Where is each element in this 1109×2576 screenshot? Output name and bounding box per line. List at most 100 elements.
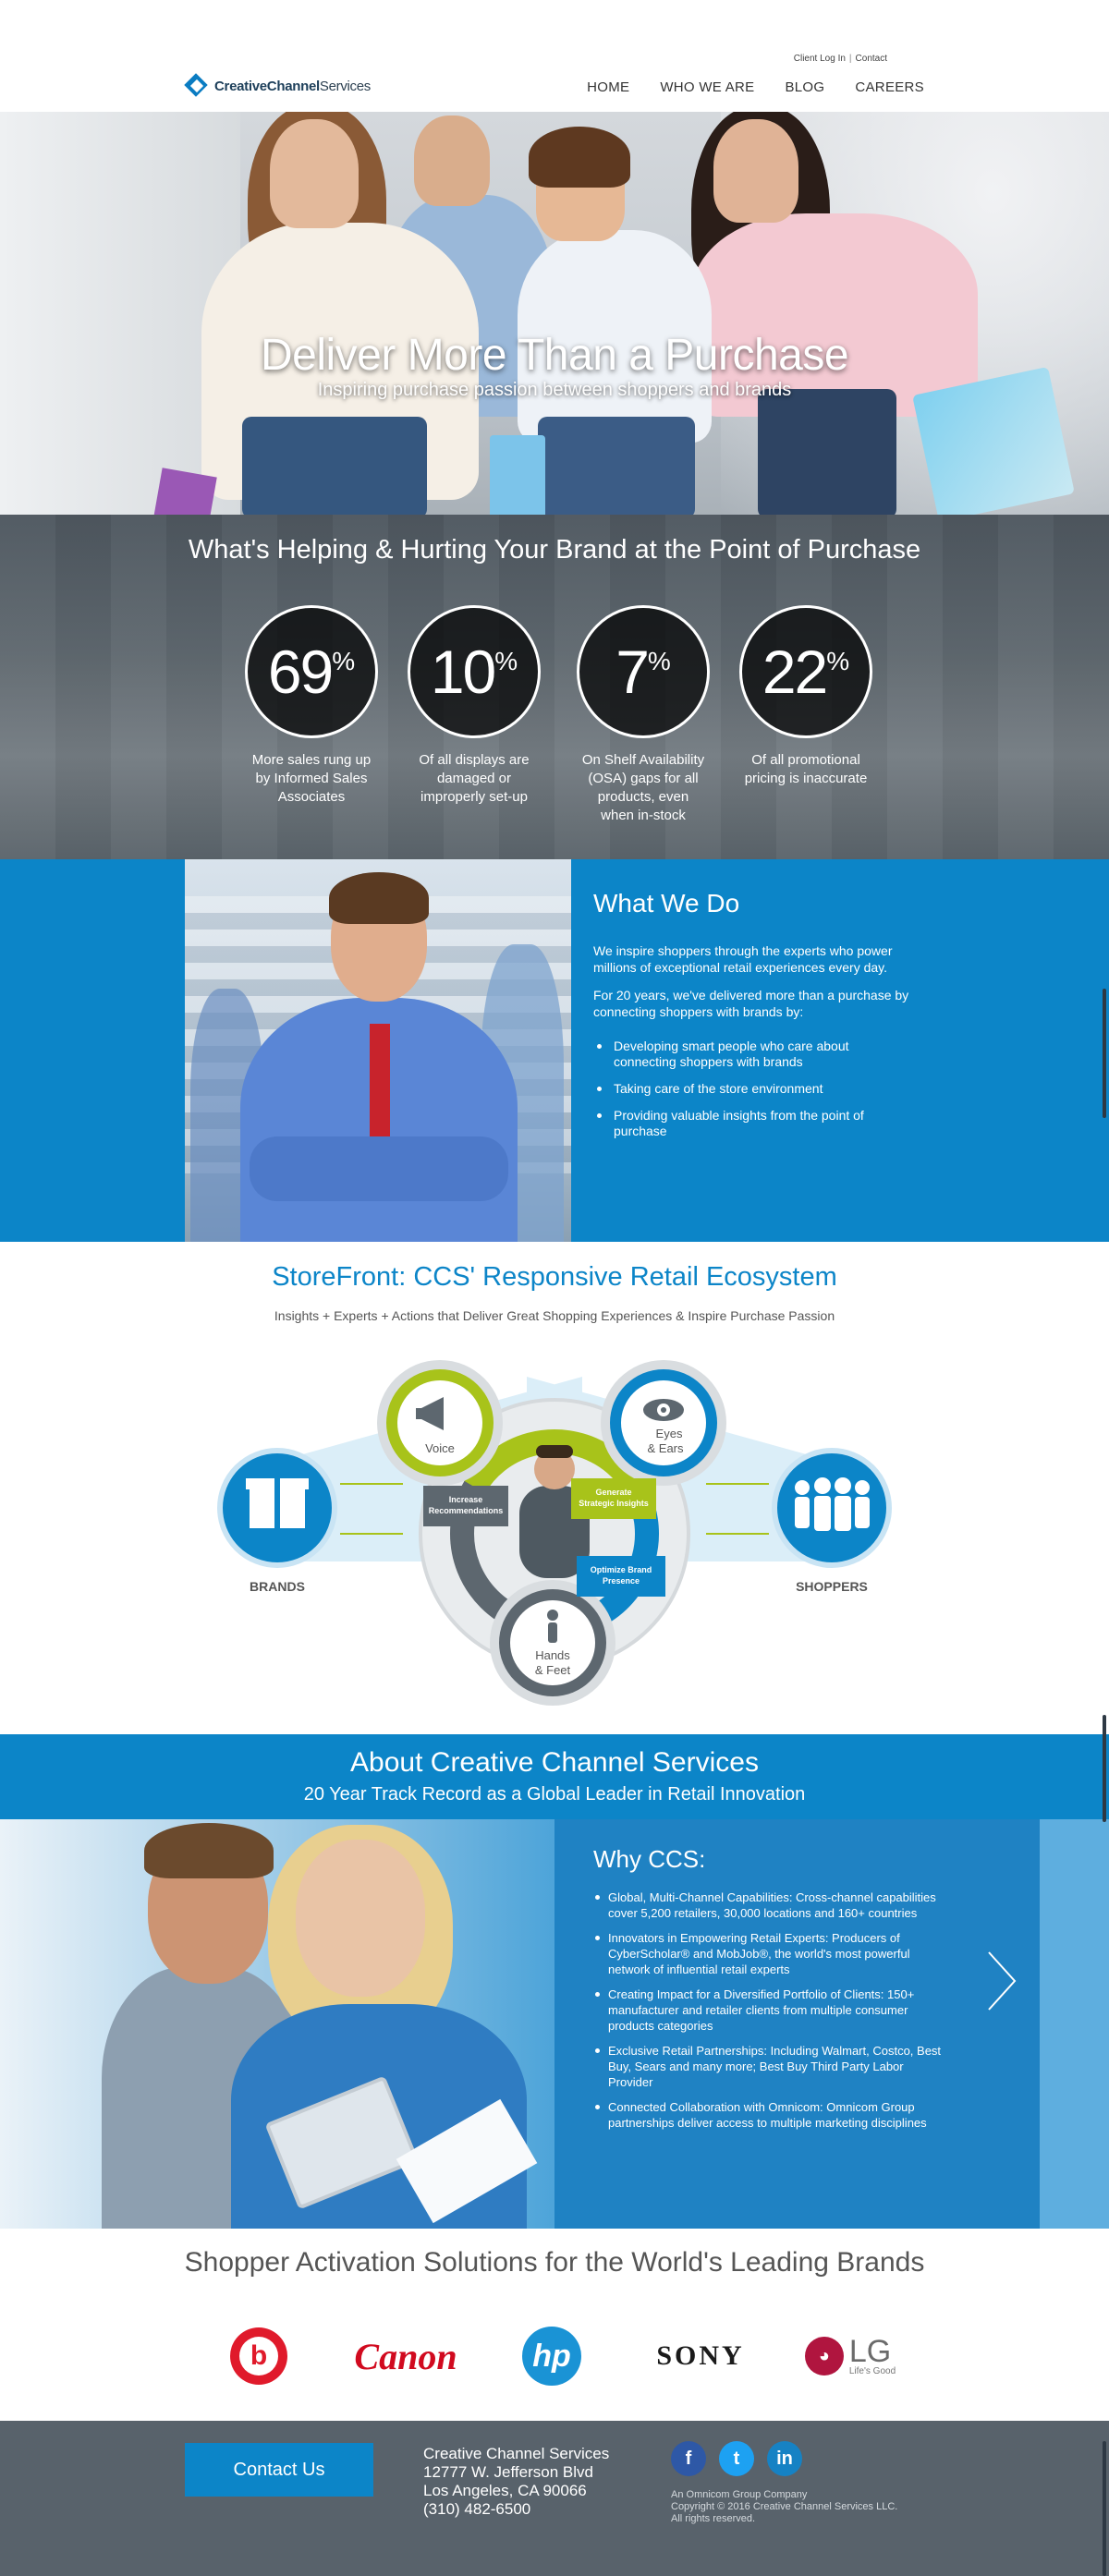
stat-label: Of all displays are damaged or improperl… (419, 752, 530, 805)
associate-arms (250, 1136, 508, 1201)
list-item: Creating Impact for a Diversified Portfo… (593, 1987, 944, 2034)
stat-value: 10 (430, 638, 496, 706)
linkedin-icon[interactable]: in (767, 2441, 802, 2476)
stat-label: On Shelf Availability (OSA) gaps for all… (581, 752, 705, 823)
client-login-link[interactable]: Client Log In (794, 54, 846, 64)
hero-subtitle: Inspiring purchase passion between shopp… (317, 380, 792, 400)
tag-generate-text-2: Strategic Insights (579, 1499, 649, 1508)
what-we-do-list: Developing smart people who care about c… (593, 1039, 908, 1150)
list-item: Developing smart people who care about c… (593, 1039, 908, 1070)
tag-generate: Generate Strategic Insights (571, 1478, 656, 1519)
figure-icon (547, 1610, 558, 1643)
lg-text: LG (848, 2334, 892, 2369)
why-ccs-title: Why CCS: (593, 1845, 706, 1873)
canon-logo: Canon (354, 2335, 457, 2377)
what-we-do-text: For 20 years, we've delivered more than … (593, 988, 909, 1019)
list-item: Innovators in Empowering Retail Experts:… (593, 1930, 944, 1977)
storefront-subtitle: Insights + Experts + Actions that Delive… (274, 1308, 835, 1323)
nav-blog[interactable]: BLOG (785, 79, 824, 95)
next-arrow-icon[interactable] (983, 1949, 1020, 2013)
stats-title: What's Helping & Hurting Your Brand at t… (188, 535, 921, 565)
fineprint-line: Copyright © 2016 Creative Channel Servic… (671, 2501, 898, 2512)
brands-title: Shopper Activation Solutions for the Wor… (184, 2247, 925, 2278)
hero-boy-jeans (538, 417, 695, 515)
social-links: f t in (671, 2441, 802, 2476)
lg-face-icon: ◕ (804, 2337, 844, 2376)
lg-tagline: Life's Good (848, 2366, 896, 2376)
stat-unit: % (826, 647, 850, 675)
logo-light: Services (319, 78, 371, 94)
stat-item: 69% More sales rung up by Informed Sales… (238, 605, 385, 807)
tag-optimize-text-2: Presence (603, 1576, 640, 1586)
stat-label: Of all promotional pricing is inaccurate (744, 752, 868, 786)
eyes-label: Eyes (656, 1427, 683, 1440)
address-line: 12777 W. Jefferson Blvd (423, 2463, 593, 2481)
hero-girl-head (270, 119, 359, 228)
voice-label: Voice (425, 1441, 455, 1455)
why-ccs-section: Why CCS: Global, Multi-Channel Capabilit… (0, 1819, 1109, 2229)
about-title: About Creative Channel Services (350, 1747, 759, 1778)
scroll-indicator[interactable] (1103, 989, 1106, 1118)
twitter-icon[interactable]: t (719, 2441, 754, 2476)
beats-letter: b (239, 2337, 278, 2376)
contact-us-button[interactable]: Contact Us (185, 2443, 373, 2497)
shoppers-node (772, 1448, 892, 1568)
tag-generate-text: Generate (595, 1488, 631, 1497)
eyes-label-2: & Ears (647, 1441, 684, 1455)
tag-increase-text: Increase (449, 1495, 483, 1504)
stat-value: 69 (267, 638, 334, 706)
phone-line: (310) 482-6500 (423, 2500, 531, 2518)
scroll-indicator[interactable] (1103, 2441, 1106, 2576)
page: Client Log In | Contact CreativeChannelS… (0, 0, 1109, 2576)
address-line: Los Angeles, CA 90066 (423, 2482, 587, 2499)
stat-ring: 69% (245, 605, 378, 738)
stat-value: 22 (762, 638, 828, 706)
sony-logo: SONY (656, 2340, 745, 2371)
logo-wordmark: CreativeChannelServices (214, 79, 371, 94)
hp-mark: hp (522, 2327, 581, 2386)
hp-logo: hp (519, 2327, 584, 2386)
stat-item: 22% Of all promotional pricing is inaccu… (732, 605, 880, 788)
nav-who-we-are[interactable]: WHO WE ARE (660, 79, 754, 95)
scroll-indicator[interactable] (1103, 1715, 1106, 1822)
hero-banner: Deliver More Than a Purchase Inspiring p… (0, 112, 1109, 515)
hero-boy-hair (529, 127, 630, 188)
contact-link[interactable]: Contact (856, 54, 887, 64)
logo-diamond-icon (184, 73, 209, 98)
stats-overlay (0, 515, 1109, 859)
hands-label: Hands (535, 1648, 570, 1662)
storefront-title: StoreFront: CCS' Responsive Retail Ecosy… (272, 1262, 837, 1292)
beats-circle: b (230, 2327, 287, 2385)
site-logo[interactable]: CreativeChannelServices (184, 73, 371, 98)
eye-icon (643, 1399, 684, 1421)
hero-woman-jeans (758, 389, 896, 515)
stat-ring: 10% (408, 605, 541, 738)
list-item: Taking care of the store environment (593, 1081, 908, 1097)
couple-photo (0, 1819, 554, 2229)
main-nav: HOME WHO WE ARE BLOG CAREERS (587, 79, 924, 95)
nav-home[interactable]: HOME (587, 79, 629, 95)
associate-photo (185, 859, 571, 1242)
shopping-bag-purple (152, 468, 217, 515)
facebook-icon[interactable]: f (671, 2441, 706, 2476)
hands-label-2: & Feet (535, 1663, 571, 1677)
nav-careers[interactable]: CAREERS (855, 79, 924, 95)
utility-links: Client Log In | Contact (794, 54, 887, 64)
what-we-do-section: What We Do We inspire shoppers through t… (0, 859, 1109, 1242)
tag-optimize-text: Optimize Brand (591, 1565, 652, 1574)
footer-address: Creative Channel Services 12777 W. Jeffe… (423, 2445, 609, 2519)
utility-separator: | (848, 54, 852, 64)
site-header: Client Log In | Contact CreativeChannelS… (0, 0, 1109, 112)
stats-section: What's Helping & Hurting Your Brand at t… (0, 515, 1109, 859)
stat-ring: 7% (577, 605, 710, 738)
stat-ring: 22% (739, 605, 872, 738)
hero-girl-jeans (242, 417, 427, 515)
list-item: Global, Multi-Channel Capabilities: Cros… (593, 1889, 944, 1921)
tag-increase-text-2: Recommendations (429, 1506, 504, 1515)
list-item: Connected Collaboration with Omnicom: Om… (593, 2099, 944, 2131)
stat-item: 7% On Shelf Availability (OSA) gaps for … (569, 605, 717, 825)
stat-item: 10% Of all displays are damaged or impro… (400, 605, 548, 807)
what-we-do-intro: We inspire shoppers through the experts … (593, 943, 893, 975)
brands-label: BRANDS (250, 1579, 305, 1594)
man-hair (144, 1823, 274, 1878)
